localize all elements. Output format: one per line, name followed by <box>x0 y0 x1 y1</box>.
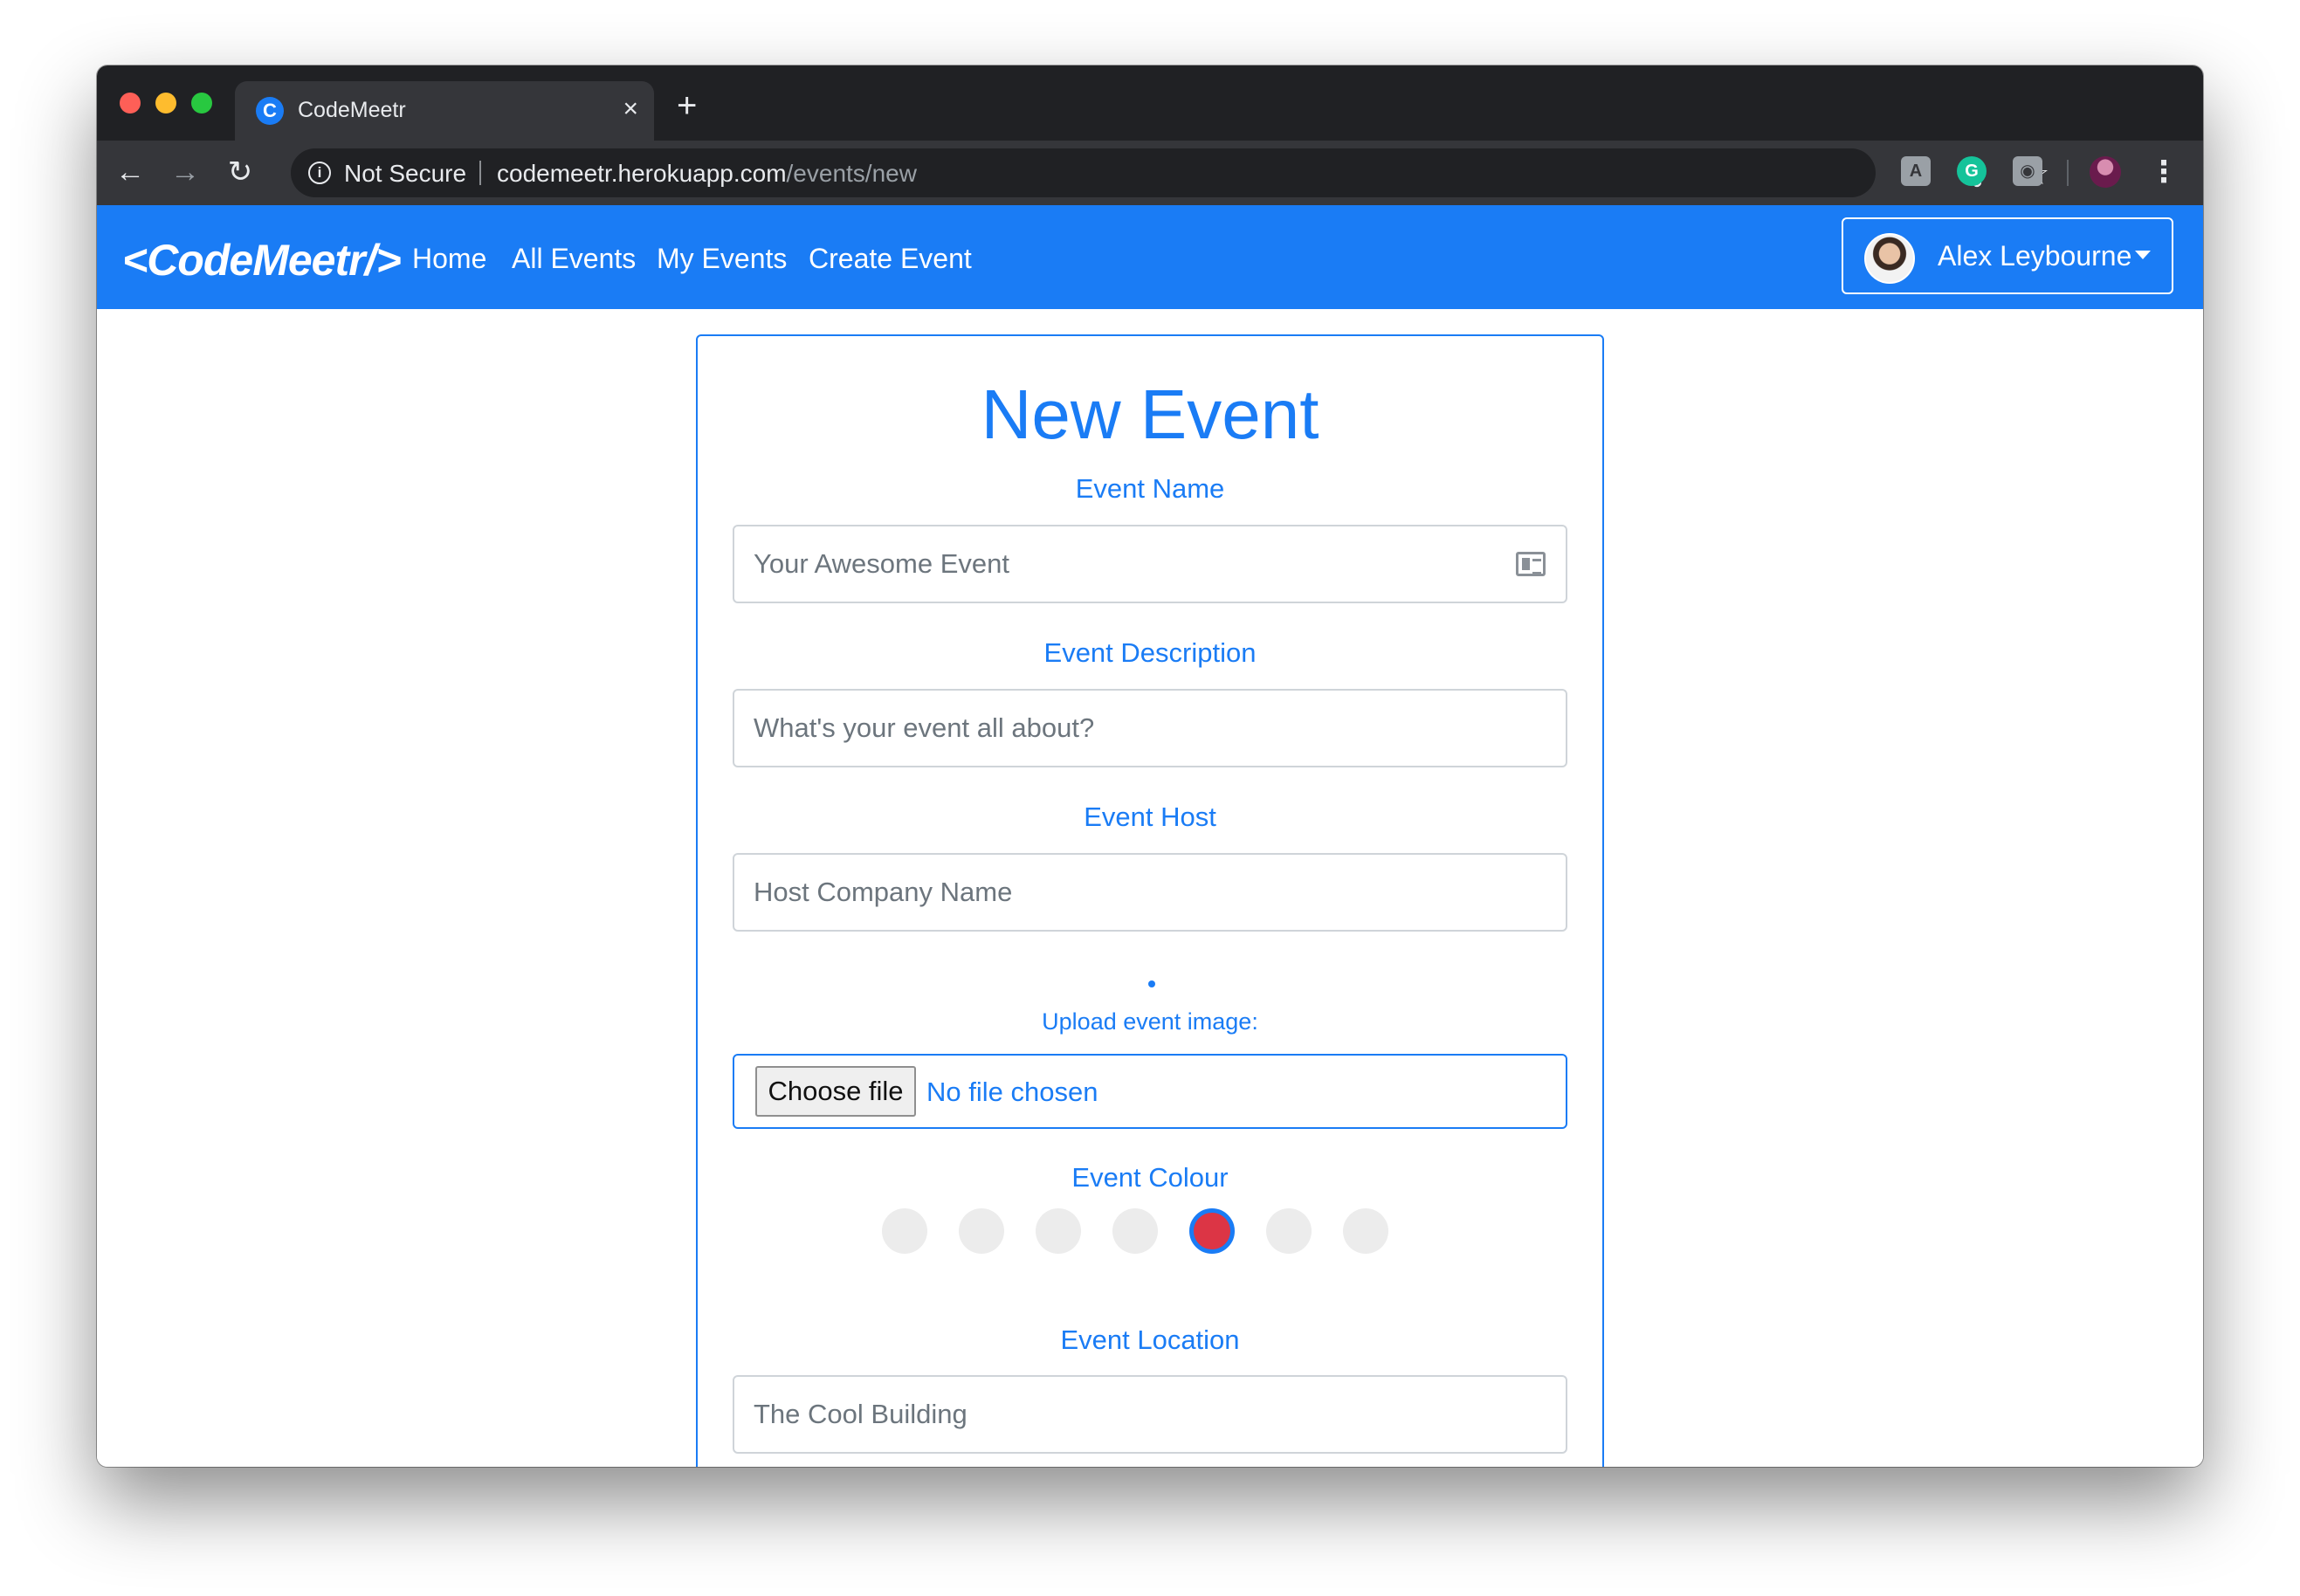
event-description-label: Event Description <box>1043 637 1257 668</box>
nav-link-all-events[interactable]: All Events <box>512 243 636 275</box>
colour-swatch[interactable] <box>1266 1208 1312 1254</box>
security-status[interactable]: Not Secure <box>344 160 466 188</box>
browser-menu-icon[interactable]: ⋮ <box>2149 155 2179 189</box>
event-name-input[interactable] <box>733 525 1567 603</box>
forward-arrow-icon[interactable]: → <box>164 151 206 193</box>
info-icon[interactable]: i <box>308 162 331 184</box>
nav-link-create-event[interactable]: Create Event <box>809 243 972 275</box>
id-card-icon <box>1516 552 1546 576</box>
tab-title: CodeMeetr <box>298 98 406 122</box>
event-name-label: Event Name <box>1075 473 1225 504</box>
file-status-text: No file chosen <box>926 1077 1098 1107</box>
reload-icon[interactable]: ↻ <box>219 151 261 193</box>
bullet-dot <box>1148 980 1155 987</box>
upload-image-label: Upload event image: <box>1042 1008 1258 1035</box>
extension-icon[interactable]: A <box>1901 156 1931 186</box>
url-text[interactable]: codemeetr.herokuapp.com/events/new <box>497 160 917 188</box>
event-colour-label: Event Colour <box>1071 1162 1229 1193</box>
nav-link-home[interactable]: Home <box>412 243 486 275</box>
page-content: New Event Event Name Event Description E… <box>97 309 2203 1467</box>
close-window-button[interactable] <box>120 93 141 114</box>
image-upload-field[interactable]: Choose file No file chosen <box>733 1054 1567 1129</box>
user-avatar <box>1864 233 1915 284</box>
page-title: New Event <box>981 375 1319 453</box>
new-tab-button[interactable]: + <box>677 88 697 123</box>
event-host-input[interactable] <box>733 853 1567 932</box>
address-bar-divider <box>479 161 481 185</box>
colour-swatch[interactable] <box>1343 1208 1388 1254</box>
colour-swatch-selected[interactable] <box>1189 1208 1235 1254</box>
event-location-input[interactable] <box>733 1375 1567 1454</box>
url-host: codemeetr.herokuapp.com <box>497 160 787 187</box>
site-navbar: <CodeMeetr/> Home All Events My Events C… <box>97 205 2203 309</box>
tab-close-icon[interactable]: × <box>623 93 638 125</box>
grammarly-extension-icon[interactable]: G <box>1957 156 1987 186</box>
colour-swatch[interactable] <box>1036 1208 1081 1254</box>
browser-tab-active[interactable]: C CodeMeetr × <box>235 81 654 141</box>
brand-logo[interactable]: <CodeMeetr/> <box>122 235 402 285</box>
event-description-input[interactable] <box>733 689 1567 767</box>
user-name: Alex Leybourne <box>1938 240 2132 272</box>
back-arrow-icon[interactable]: ← <box>109 151 151 193</box>
toolbar-divider <box>2067 160 2069 186</box>
codemeetr-favicon-icon: C <box>256 97 284 125</box>
url-path: /events/new <box>786 160 917 187</box>
colour-swatch[interactable] <box>959 1208 1004 1254</box>
address-bar[interactable]: i Not Secure codemeetr.herokuapp.com/eve… <box>291 148 2049 197</box>
new-event-form-card: New Event Event Name Event Description E… <box>696 334 1604 1467</box>
maximize-window-button[interactable] <box>191 93 212 114</box>
nav-link-my-events[interactable]: My Events <box>657 243 787 275</box>
browser-window: C CodeMeetr × + ← → ↻ i Not Secure codem… <box>97 65 2203 1467</box>
choose-file-button[interactable]: Choose file <box>755 1066 916 1117</box>
camera-extension-icon[interactable]: ◉ <box>2013 156 2042 186</box>
user-menu-button[interactable]: Alex Leybourne <box>1842 217 2173 294</box>
event-location-label: Event Location <box>1060 1324 1240 1355</box>
browser-tab-strip: C CodeMeetr × + <box>97 65 2203 141</box>
minimize-window-button[interactable] <box>155 93 176 114</box>
event-host-label: Event Host <box>1084 801 1216 832</box>
browser-toolbar: ← → ↻ i Not Secure codemeetr.herokuapp.c… <box>97 141 2203 205</box>
colour-swatch[interactable] <box>1112 1208 1158 1254</box>
browser-profile-avatar[interactable] <box>2090 156 2121 188</box>
colour-swatch[interactable] <box>882 1208 927 1254</box>
chevron-down-icon <box>2135 251 2151 259</box>
